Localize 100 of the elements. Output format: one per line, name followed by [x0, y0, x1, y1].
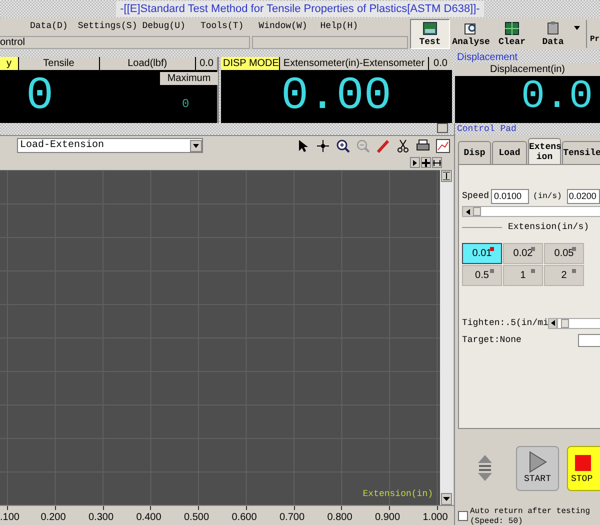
fit-height-icon[interactable]: [441, 170, 452, 182]
status-field: ontrol: [0, 36, 250, 49]
tab[interactable]: Extens ion: [528, 138, 561, 164]
speed-field[interactable]: 0.0200: [566, 189, 600, 204]
indicator-icon: [572, 268, 576, 272]
tick-mark: [102, 506, 104, 510]
tick-label: 0.800: [327, 511, 352, 525]
menu-item[interactable]: Tools(T): [200, 20, 244, 34]
indicator-icon: [531, 268, 535, 272]
view-dropdown[interactable]: Load-Extension: [17, 138, 203, 153]
indicator-icon: [531, 246, 535, 250]
panel-title: Displacement: [456, 51, 519, 63]
axis-title: Extension(in): [362, 488, 433, 500]
rate-button[interactable]: 0.5: [462, 264, 502, 286]
printer-icon[interactable]: [416, 138, 430, 152]
tick-mark: [436, 506, 438, 510]
small-reading: 0.0: [429, 57, 452, 70]
menu-item[interactable]: Help(H): [320, 20, 358, 34]
displacement-reading: 0.0: [521, 75, 594, 121]
checkbox[interactable]: [458, 511, 468, 521]
display-header: Extensometer(in)-Extensometer: [280, 57, 428, 70]
display-header: Tensile: [18, 57, 99, 70]
tick-label: 1.000: [422, 511, 448, 525]
tick-label: 0.200: [40, 511, 66, 525]
tick-mark: [7, 506, 8, 510]
tick-label: 0.900: [375, 511, 400, 525]
play-icon: [528, 451, 546, 473]
chart-icon[interactable]: [436, 138, 450, 152]
toolbar-button[interactable]: Test: [410, 19, 450, 49]
unit-label: (in/s): [533, 190, 562, 202]
magnifier-icon: [464, 22, 478, 34]
left-arrow-icon[interactable]: [548, 318, 558, 329]
rate-button[interactable]: 0.02: [503, 242, 543, 264]
field-label: Tighten:.5(in/mi: [462, 316, 548, 330]
stop-button[interactable]: STOP: [567, 446, 600, 490]
zoom-in-icon[interactable]: [336, 138, 350, 152]
clipboard-icon: [547, 21, 559, 35]
field-label: Speed: [462, 190, 490, 203]
caret-icon[interactable]: [193, 144, 199, 148]
checkbox-label: Auto return after testing (Speed: 50): [470, 507, 592, 525]
toolbar-button[interactable]: Data: [533, 19, 573, 49]
rate-button[interactable]: 0.05: [544, 242, 584, 264]
menu-item[interactable]: Debug(U): [142, 20, 186, 34]
slider-thumb[interactable]: [560, 318, 569, 328]
tick-mark: [54, 506, 56, 510]
maximum-reading: 0: [182, 96, 190, 113]
rate-button[interactable]: 1: [503, 264, 543, 286]
indicator-icon: [490, 268, 494, 272]
tick-label: .100: [0, 511, 20, 525]
tab[interactable]: Disp: [458, 141, 491, 164]
scissors-icon[interactable]: [396, 138, 410, 152]
tick-label: 0.500: [184, 511, 210, 525]
fit-width-icon[interactable]: [432, 157, 442, 168]
maximum-button[interactable]: Maximum: [160, 72, 218, 85]
channel-label: Load(lbf): [100, 57, 196, 70]
start-button[interactable]: START: [516, 446, 559, 490]
crosshair-icon[interactable]: [316, 138, 330, 152]
indicator-icon: [572, 246, 576, 250]
maximize-button[interactable]: [437, 123, 448, 133]
mode-label: y: [0, 57, 18, 70]
load-reading: 0: [26, 71, 54, 121]
panel-title: Control Pad: [455, 123, 600, 135]
extension-reading: 0.00: [281, 71, 392, 121]
scroll-bar[interactable]: [462, 206, 600, 217]
tick-label: 0.600: [232, 511, 257, 525]
mode-label: DISP MODE: [221, 57, 279, 70]
pointer-icon[interactable]: [296, 138, 310, 152]
slider[interactable]: [557, 318, 600, 329]
tick-mark: [341, 506, 342, 510]
menu-item[interactable]: Data(D): [30, 20, 68, 34]
left-arrow-icon[interactable]: [463, 207, 473, 216]
toolbar-button[interactable]: Pr: [590, 35, 600, 45]
field-label: Target:None: [462, 334, 522, 347]
rate-button[interactable]: 2: [544, 264, 584, 286]
play-icon[interactable]: [410, 157, 420, 168]
speed-field[interactable]: 0.0100: [491, 189, 530, 204]
pan-icon[interactable]: [421, 157, 431, 168]
indicator-icon: [490, 246, 494, 250]
scroll-thumb[interactable]: [473, 207, 481, 216]
small-reading: 0.0: [196, 57, 217, 70]
target-field[interactable]: [578, 334, 600, 348]
dropdown-arrow-icon[interactable]: [574, 26, 580, 30]
tick-label: 0.300: [88, 511, 114, 525]
menu-item[interactable]: Window(W): [258, 20, 308, 34]
pen-icon[interactable]: [376, 138, 390, 152]
menu-item[interactable]: Settings(S): [78, 20, 138, 34]
tick-label: 0.700: [280, 511, 305, 525]
tab[interactable]: Load: [492, 141, 527, 164]
up-down-icon[interactable]: [478, 455, 492, 481]
tick-mark: [150, 506, 152, 510]
tick-label: 0.400: [136, 511, 162, 525]
stop-icon: [575, 455, 591, 471]
toolbar-button[interactable]: Clear: [492, 19, 532, 49]
tick-mark: [246, 506, 247, 510]
display-header: Displacement(in): [455, 63, 600, 76]
toolbar-button[interactable]: Analyse: [451, 19, 491, 49]
window-title: -[[E]Standard Test Method for Tensile Properties of Plastics[ASTM D638]]-: [116, 0, 484, 18]
scroll-bar[interactable]: [440, 170, 453, 505]
rate-button[interactable]: 0.01: [462, 242, 502, 264]
tick-mark: [198, 506, 199, 510]
